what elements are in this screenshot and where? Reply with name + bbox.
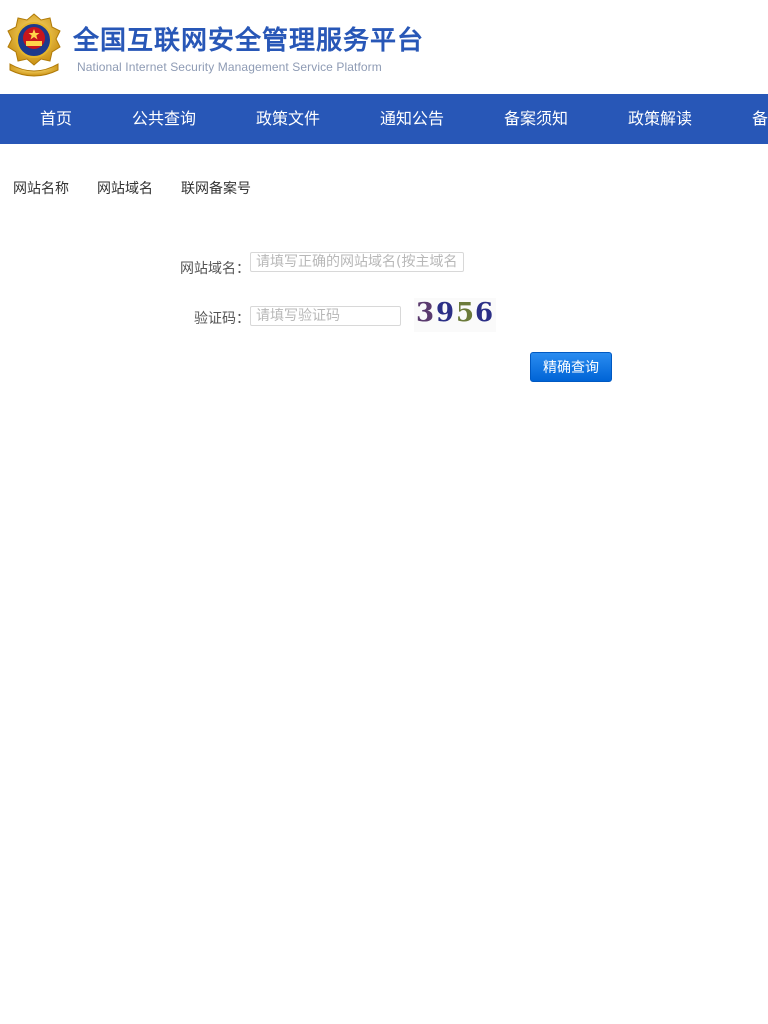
tab-site-name[interactable]: 网站名称 — [13, 178, 69, 198]
nav-item-filing-guide[interactable]: 备案须知 — [504, 94, 568, 144]
site-subtitle: National Internet Security Management Se… — [77, 60, 382, 74]
main-nav: 首页 公共查询 政策文件 通知公告 备案须知 政策解读 备 — [0, 94, 768, 144]
domain-input[interactable] — [250, 252, 464, 272]
captcha-label: 验证码： — [194, 311, 250, 327]
exact-query-button[interactable]: 精确查询 — [530, 352, 612, 382]
captcha-char: 9 — [436, 298, 455, 328]
site-title: 全国互联网安全管理服务平台 — [73, 26, 425, 56]
nav-item-home[interactable]: 首页 — [40, 94, 72, 144]
tab-filing-number[interactable]: 联网备案号 — [181, 178, 251, 198]
nav-item-policy-documents[interactable]: 政策文件 — [256, 94, 320, 144]
domain-label: 网站域名： — [180, 261, 250, 277]
captcha-char: 5 — [456, 298, 475, 328]
captcha-input[interactable] — [250, 306, 401, 326]
nav-item-policy-interpretation[interactable]: 政策解读 — [628, 94, 692, 144]
nav-item-public-query[interactable]: 公共查询 — [132, 94, 196, 144]
nav-item-notices[interactable]: 通知公告 — [380, 94, 444, 144]
nav-item-truncated[interactable]: 备 — [752, 94, 768, 144]
police-emblem-icon — [7, 13, 61, 77]
site-header: 全国互联网安全管理服务平台 National Internet Security… — [0, 0, 768, 94]
tab-site-domain[interactable]: 网站域名 — [97, 178, 153, 198]
captcha-char: 6 — [475, 298, 494, 328]
query-type-tabs: 网站名称 网站域名 联网备案号 — [0, 178, 768, 200]
captcha-image[interactable]: 3 9 5 6 — [414, 298, 496, 332]
captcha-char: 3 — [416, 298, 435, 328]
